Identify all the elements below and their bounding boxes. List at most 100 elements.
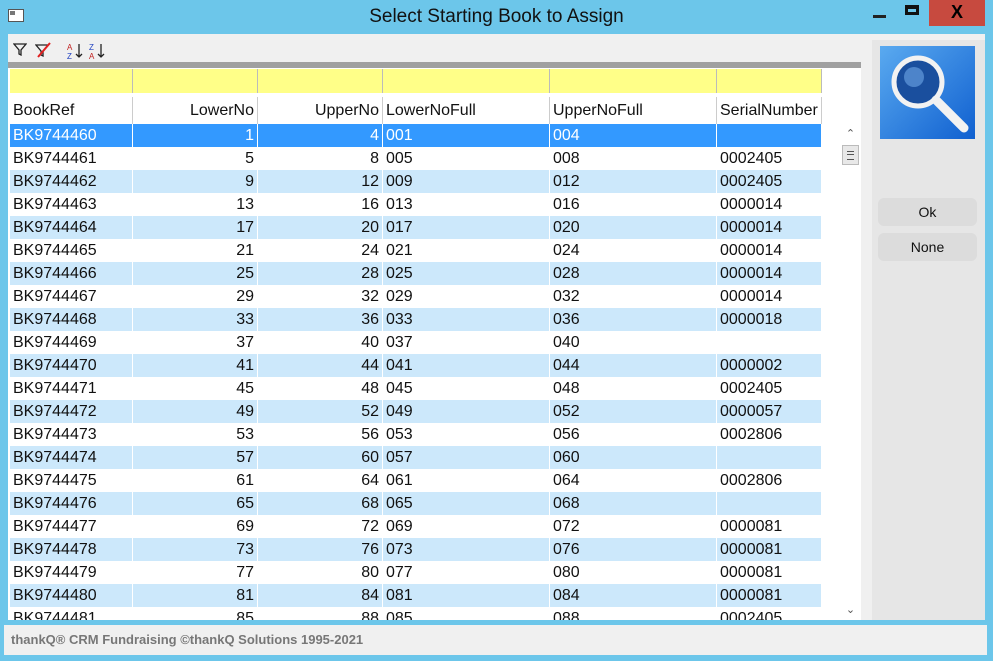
table-row[interactable]: BK9744475 61 64 061 064 0002806 (10, 469, 822, 492)
table-row[interactable]: BK9744470 41 44 041 044 0000002 (10, 354, 822, 377)
cell-uppernofull: 048 (550, 377, 717, 400)
table-row[interactable]: BK9744462 9 12 009 012 0002405 (10, 170, 822, 193)
cell-serialnumber: 0000081 (717, 515, 822, 538)
table-row[interactable]: BK9744476 65 68 065 068 (10, 492, 822, 515)
filter-cell-bookref[interactable] (10, 69, 133, 93)
cell-serialnumber: 0000014 (717, 193, 822, 216)
cell-serialnumber: 0002405 (717, 607, 822, 620)
cell-uppernofull: 036 (550, 308, 717, 331)
cell-lowerno: 9 (133, 170, 258, 193)
cell-serialnumber (717, 446, 822, 469)
close-button[interactable]: X (929, 0, 985, 26)
cell-lowernofull: 073 (383, 538, 550, 561)
cell-bookref: BK9744481 (10, 607, 133, 620)
cell-lowerno: 53 (133, 423, 258, 446)
grid-separator (8, 62, 861, 68)
cell-uppernofull: 028 (550, 262, 717, 285)
table-row[interactable]: BK9744473 53 56 053 056 0002806 (10, 423, 822, 446)
table-row[interactable]: BK9744477 69 72 069 072 0000081 (10, 515, 822, 538)
cell-serialnumber: 0000081 (717, 561, 822, 584)
column-header-row: BookRef LowerNo UpperNo LowerNoFull Uppe… (10, 97, 822, 124)
cell-lowerno: 69 (133, 515, 258, 538)
maximize-button[interactable] (896, 0, 929, 26)
table-row[interactable]: BK9744466 25 28 025 028 0000014 (10, 262, 822, 285)
cell-upperno: 32 (258, 285, 383, 308)
minimize-button[interactable] (862, 0, 896, 26)
table-row[interactable]: BK9744474 57 60 057 060 (10, 446, 822, 469)
cell-lowerno: 25 (133, 262, 258, 285)
cell-uppernofull: 060 (550, 446, 717, 469)
book-grid: BookRef LowerNo UpperNo LowerNoFull Uppe… (8, 62, 861, 620)
table-row[interactable]: BK9744465 21 24 021 024 0000014 (10, 239, 822, 262)
cell-lowernofull: 061 (383, 469, 550, 492)
cell-lowernofull: 013 (383, 193, 550, 216)
cell-bookref: BK9744471 (10, 377, 133, 400)
cell-uppernofull: 020 (550, 216, 717, 239)
cell-lowerno: 1 (133, 124, 258, 147)
filter-cell-serialnumber[interactable] (717, 69, 822, 93)
svg-text:Z: Z (67, 52, 72, 60)
table-row[interactable]: BK9744461 5 8 005 008 0002405 (10, 147, 822, 170)
cell-uppernofull: 072 (550, 515, 717, 538)
cell-upperno: 64 (258, 469, 383, 492)
status-panel: thankQ® CRM Fundraising ©thankQ Solution… (4, 625, 987, 655)
filter-cell-lowerno[interactable] (133, 69, 258, 93)
column-header-bookref[interactable]: BookRef (10, 97, 133, 124)
table-row[interactable]: BK9744480 81 84 081 084 0000081 (10, 584, 822, 607)
table-row[interactable]: BK9744460 1 4 001 004 (10, 124, 822, 147)
cell-upperno: 84 (258, 584, 383, 607)
cell-lowerno: 45 (133, 377, 258, 400)
cell-upperno: 80 (258, 561, 383, 584)
filter-cell-upperno[interactable] (258, 69, 383, 93)
cell-lowerno: 57 (133, 446, 258, 469)
table-row[interactable]: BK9744478 73 76 073 076 0000081 (10, 538, 822, 561)
cell-upperno: 76 (258, 538, 383, 561)
cell-bookref: BK9744468 (10, 308, 133, 331)
cell-serialnumber: 0002806 (717, 469, 822, 492)
grid-rows: BK9744460 1 4 001 004 BK9744461 5 8 005 008 000240… (10, 124, 822, 620)
clear-filter-icon[interactable] (34, 42, 52, 60)
table-row[interactable]: BK9744481 85 88 085 088 0002405 (10, 607, 822, 620)
table-row[interactable]: BK9744471 45 48 045 048 0002405 (10, 377, 822, 400)
cell-upperno: 52 (258, 400, 383, 423)
cell-lowernofull: 021 (383, 239, 550, 262)
table-row[interactable]: BK9744467 29 32 029 032 0000014 (10, 285, 822, 308)
title-bar: Select Starting Book to Assign X (0, 0, 993, 34)
cell-upperno: 12 (258, 170, 383, 193)
cell-upperno: 48 (258, 377, 383, 400)
filter-icon[interactable] (11, 42, 29, 60)
cell-bookref: BK9744469 (10, 331, 133, 354)
table-row[interactable]: BK9744479 77 80 077 080 0000081 (10, 561, 822, 584)
column-header-uppernofull[interactable]: UpperNoFull (550, 97, 717, 124)
column-header-upperno[interactable]: UpperNo (258, 97, 383, 124)
ok-button[interactable]: Ok (878, 198, 977, 226)
scroll-up-icon[interactable]: ⌃ (842, 126, 859, 143)
column-header-serialnumber[interactable]: SerialNumber (717, 97, 822, 124)
table-row[interactable]: BK9744469 37 40 037 040 (10, 331, 822, 354)
cell-lowerno: 37 (133, 331, 258, 354)
filter-cell-lowernofull[interactable] (383, 69, 550, 93)
sort-ascending-icon[interactable]: AZ (66, 42, 84, 61)
table-row[interactable]: BK9744472 49 52 049 052 0000057 (10, 400, 822, 423)
window-title: Select Starting Book to Assign (369, 6, 624, 27)
none-button[interactable]: None (878, 233, 977, 261)
cell-serialnumber: 0000014 (717, 216, 822, 239)
cell-lowernofull: 081 (383, 584, 550, 607)
cell-upperno: 88 (258, 607, 383, 620)
cell-bookref: BK9744477 (10, 515, 133, 538)
cell-bookref: BK9744480 (10, 584, 133, 607)
filter-cell-uppernofull[interactable] (550, 69, 717, 93)
scroll-down-icon[interactable]: ⌄ (842, 602, 859, 619)
vertical-scrollbar[interactable]: ⌃ ⌄ (842, 126, 859, 619)
cell-lowerno: 21 (133, 239, 258, 262)
column-header-lowerno[interactable]: LowerNo (133, 97, 258, 124)
column-header-lowernofull[interactable]: LowerNoFull (383, 97, 550, 124)
scrollbar-thumb[interactable] (842, 145, 859, 165)
cell-bookref: BK9744465 (10, 239, 133, 262)
table-row[interactable]: BK9744468 33 36 033 036 0000018 (10, 308, 822, 331)
cell-bookref: BK9744466 (10, 262, 133, 285)
sort-descending-icon[interactable]: ZA (88, 42, 106, 61)
table-row[interactable]: BK9744464 17 20 017 020 0000014 (10, 216, 822, 239)
table-row[interactable]: BK9744463 13 16 013 016 0000014 (10, 193, 822, 216)
cell-uppernofull: 080 (550, 561, 717, 584)
